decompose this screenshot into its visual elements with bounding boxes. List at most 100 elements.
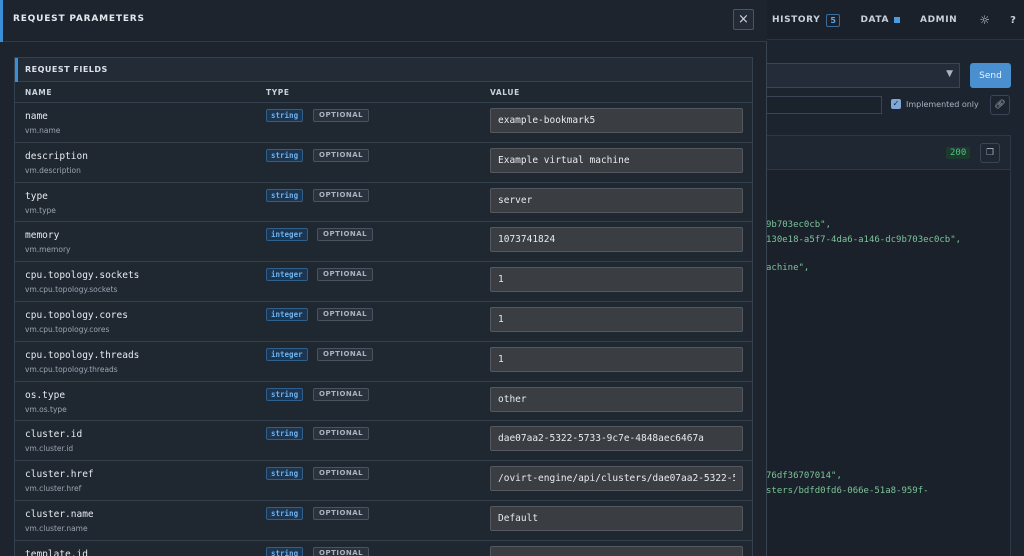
table-row: cpu.topology.threads vm.cpu.topology.thre… <box>15 341 752 382</box>
response-json-line: sters/bdfd0fd6-066e-51a8-959f- <box>766 486 929 496</box>
nav-history[interactable]: HISTORY 5 <box>772 13 841 27</box>
field-path: vm.cpu.topology.cores <box>25 324 110 334</box>
type-badge: string <box>266 546 304 556</box>
table-row: name vm.name string OPTIONAL <box>15 103 752 143</box>
value-input[interactable] <box>490 466 743 492</box>
nav-admin[interactable]: ADMIN <box>920 15 957 25</box>
value-input[interactable] <box>490 426 743 452</box>
table-row: description vm.description string OPTIONAL <box>15 142 752 183</box>
close-button[interactable]: × <box>733 9 754 30</box>
header-accent <box>0 0 3 42</box>
table-row: memory vm.memory integer OPTIONAL <box>15 222 752 263</box>
history-count-badge: 5 <box>826 13 841 27</box>
field-name: cluster.id <box>25 429 83 441</box>
field-path: vm.memory <box>25 245 71 255</box>
value-input[interactable] <box>490 187 743 213</box>
type-badge: string <box>266 387 304 401</box>
chevron-down-icon: ▼ <box>946 69 953 79</box>
filter-input[interactable] <box>766 96 882 114</box>
field-path: vm.description <box>25 165 81 175</box>
value-input[interactable] <box>490 386 743 412</box>
response-header: 200 ❐ <box>766 136 1010 170</box>
field-name: cpu.topology.sockets <box>25 270 140 282</box>
column-header-name: NAME <box>25 88 53 97</box>
type-badge: string <box>266 109 304 122</box>
field-name: type <box>25 190 48 202</box>
optional-badge: OPTIONAL <box>313 188 370 202</box>
value-input[interactable] <box>490 545 743 556</box>
value-input[interactable] <box>490 108 743 133</box>
optional-badge: OPTIONAL <box>313 467 370 481</box>
field-path: vm.cluster.id <box>25 444 74 454</box>
implemented-only-checkbox[interactable]: ✓ <box>891 99 901 109</box>
optional-badge: OPTIONAL <box>313 546 370 556</box>
section-title: REQUEST FIELDS <box>15 58 752 82</box>
field-name: os.type <box>25 389 66 401</box>
value-input[interactable] <box>490 346 743 372</box>
field-path: vm.type <box>25 205 56 215</box>
nav-data[interactable]: DATA <box>860 15 901 25</box>
panel-title: REQUEST PARAMETERS <box>13 14 145 24</box>
optional-badge: OPTIONAL <box>313 148 370 162</box>
type-badge: string <box>266 506 304 520</box>
field-path: vm.cpu.topology.threads <box>25 364 118 374</box>
data-indicator-dot <box>894 17 901 23</box>
optional-badge: OPTIONAL <box>317 347 374 361</box>
field-name: cluster.name <box>25 508 94 520</box>
panel-header: REQUEST PARAMETERS × <box>0 0 767 42</box>
request-parameters-panel: REQUEST PARAMETERS × REQUEST FIELDS NAME… <box>0 0 767 556</box>
optional-badge: OPTIONAL <box>317 268 374 282</box>
type-badge: string <box>266 148 304 162</box>
implemented-only-label: Implemented only <box>906 99 979 109</box>
field-path: vm.cpu.topology.sockets <box>25 285 118 295</box>
type-badge: string <box>266 188 304 202</box>
table-row: type vm.type string OPTIONAL <box>15 182 752 223</box>
endpoint-select[interactable]: ▼ <box>766 63 960 88</box>
type-badge: integer <box>266 347 308 361</box>
optional-badge: OPTIONAL <box>313 427 370 441</box>
type-badge: string <box>266 467 304 481</box>
send-button[interactable]: Send <box>970 63 1011 88</box>
section-accent <box>15 58 18 82</box>
table-row: template.idvm.template.idstringOPTIONAL <box>15 540 752 556</box>
copy-icon[interactable]: ❐ <box>980 143 1000 163</box>
column-header-type: TYPE <box>266 88 290 97</box>
field-name: template.id <box>25 548 88 556</box>
sun-icon[interactable]: ☼ <box>979 13 990 27</box>
implemented-only-toggle[interactable]: ✓ Implemented only <box>891 99 979 109</box>
value-input[interactable] <box>490 227 743 253</box>
value-input[interactable] <box>490 267 743 293</box>
request-fields-section: REQUEST FIELDS NAME TYPE VALUE name vm.na… <box>14 57 753 556</box>
type-badge: integer <box>266 228 308 242</box>
field-path: vm.cluster.href <box>25 484 82 494</box>
type-badge: string <box>266 427 304 441</box>
table-row: cluster.name vm.cluster.name string OPTIONA… <box>15 500 752 541</box>
nav-data-label: DATA <box>860 15 890 25</box>
top-nav: HISTORY 5 DATA ADMIN ☼ ? <box>766 0 1024 40</box>
optional-badge: OPTIONAL <box>317 307 374 321</box>
optional-badge: OPTIONAL <box>313 109 370 122</box>
link-icon[interactable]: 🔗︎ <box>990 95 1010 115</box>
table-row: cluster.href vm.cluster.href string OPTIONA… <box>15 461 752 501</box>
field-path: vm.os.type <box>25 404 67 414</box>
status-badge: 200 <box>946 147 971 159</box>
field-path: vm.name <box>25 126 61 135</box>
value-input[interactable] <box>490 505 743 531</box>
fields-table-body: name vm.name string OPTIONAL description vm.d… <box>15 103 752 556</box>
field-name: cpu.topology.threads <box>25 349 140 361</box>
value-input[interactable] <box>490 147 743 173</box>
response-json-line: 130e18-a5f7-4da6-a146-dc9b703ec0cb", <box>766 235 962 245</box>
response-json-line: achine", <box>766 263 810 273</box>
table-row: cluster.id vm.cluster.id string OPTIONAL <box>15 421 752 462</box>
field-path: vm.cluster.name <box>25 523 88 533</box>
field-name: memory <box>25 230 60 242</box>
nav-history-label: HISTORY <box>772 15 821 25</box>
help-button[interactable]: ? <box>1010 15 1016 26</box>
column-header-value: VALUE <box>490 88 520 97</box>
table-row: cpu.topology.sockets vm.cpu.topology.sock… <box>15 262 752 302</box>
response-panel: 200 ❐ 9b703ec0cb", 130e18-a5f7-4da6-a146… <box>766 135 1011 556</box>
value-input[interactable] <box>490 306 743 332</box>
response-json-line: 9b703ec0cb", <box>766 220 832 230</box>
field-name: cluster.href <box>25 469 94 481</box>
type-badge: integer <box>266 307 308 321</box>
